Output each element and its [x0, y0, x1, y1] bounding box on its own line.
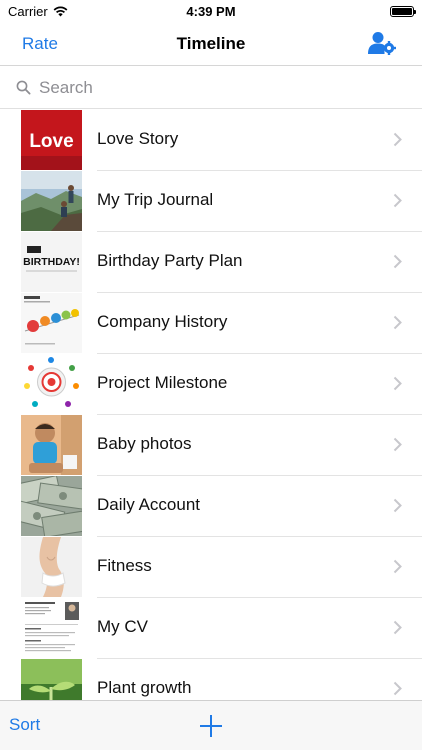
- page-title: Timeline: [176, 33, 246, 53]
- chevron-right-icon: [393, 315, 402, 330]
- thumbnail-daily-account: [21, 476, 82, 536]
- list-item-project-milestone[interactable]: Project Milestone: [0, 354, 422, 415]
- list-item-label: Project Milestone: [97, 373, 228, 392]
- thumbnail-plant-growth: [21, 659, 82, 700]
- thumbnail-love-story: Love: [21, 110, 82, 170]
- list-item-label: Plant growth: [97, 678, 192, 697]
- list-item-label: Fitness: [97, 556, 152, 575]
- chevron-right-icon: [393, 254, 402, 269]
- chevron-right-icon: [393, 132, 402, 147]
- list-item-baby-photos[interactable]: Baby photos: [0, 415, 422, 476]
- bottom-toolbar: Sort: [0, 700, 422, 750]
- chevron-right-icon: [393, 498, 402, 513]
- user-settings-icon[interactable]: [368, 31, 396, 55]
- chevron-right-icon: [393, 620, 402, 635]
- carrier-label: Carrier: [8, 3, 48, 19]
- status-left: Carrier: [8, 4, 68, 19]
- thumbnail-my-cv: [21, 598, 82, 658]
- chevron-right-icon: [393, 681, 402, 696]
- thumbnail-company-history: [21, 293, 82, 353]
- list-item-label: Birthday Party Plan: [97, 251, 243, 270]
- plus-icon[interactable]: [199, 714, 223, 738]
- thumbnail-love-text: Love: [29, 131, 73, 152]
- list-item-plant-growth[interactable]: Plant growth: [0, 659, 422, 700]
- thumbnail-baby-photos: [21, 415, 82, 475]
- list-item-label: My CV: [97, 617, 148, 636]
- sort-button[interactable]: Sort: [9, 715, 40, 735]
- thumbnail-fitness: [21, 537, 82, 597]
- list-item-company-history[interactable]: Company History: [0, 293, 422, 354]
- chevron-right-icon: [393, 437, 402, 452]
- search-bar: [0, 67, 422, 109]
- list-item-label: Daily Account: [97, 495, 200, 514]
- navigation-bar: Rate Timeline: [0, 22, 422, 66]
- list-item-birthday-party-plan[interactable]: BIRTHDAY! Birthday Party Plan: [0, 232, 422, 293]
- thumbnail-trip-journal: [21, 171, 82, 231]
- list-item-label: My Trip Journal: [97, 190, 214, 209]
- thumbnail-birthday-text: BIRTHDAY!: [23, 256, 80, 268]
- timeline-list: Love Love Story My Trip Journal BIRTHDAY…: [0, 110, 422, 700]
- thumbnail-project-milestone: [21, 354, 82, 414]
- thumbnail-birthday: BIRTHDAY!: [21, 232, 82, 292]
- list-item-love-story[interactable]: Love Love Story: [0, 110, 422, 171]
- list-item-my-cv[interactable]: My CV: [0, 598, 422, 659]
- search-icon: [16, 80, 31, 95]
- list-item-label: Love Story: [97, 129, 179, 148]
- list-item-fitness[interactable]: Fitness: [0, 537, 422, 598]
- list-item-label: Company History: [97, 312, 228, 331]
- status-bar: Carrier 4:39 PM: [0, 0, 422, 22]
- list-item-daily-account[interactable]: Daily Account: [0, 476, 422, 537]
- battery-icon: [390, 5, 416, 17]
- rate-button[interactable]: Rate: [22, 34, 58, 54]
- chevron-right-icon: [393, 376, 402, 391]
- search-input[interactable]: [39, 77, 399, 98]
- wifi-icon: [53, 6, 68, 16]
- chevron-right-icon: [393, 559, 402, 574]
- chevron-right-icon: [393, 193, 402, 208]
- list-item-label: Baby photos: [97, 434, 192, 453]
- list-item-my-trip-journal[interactable]: My Trip Journal: [0, 171, 422, 232]
